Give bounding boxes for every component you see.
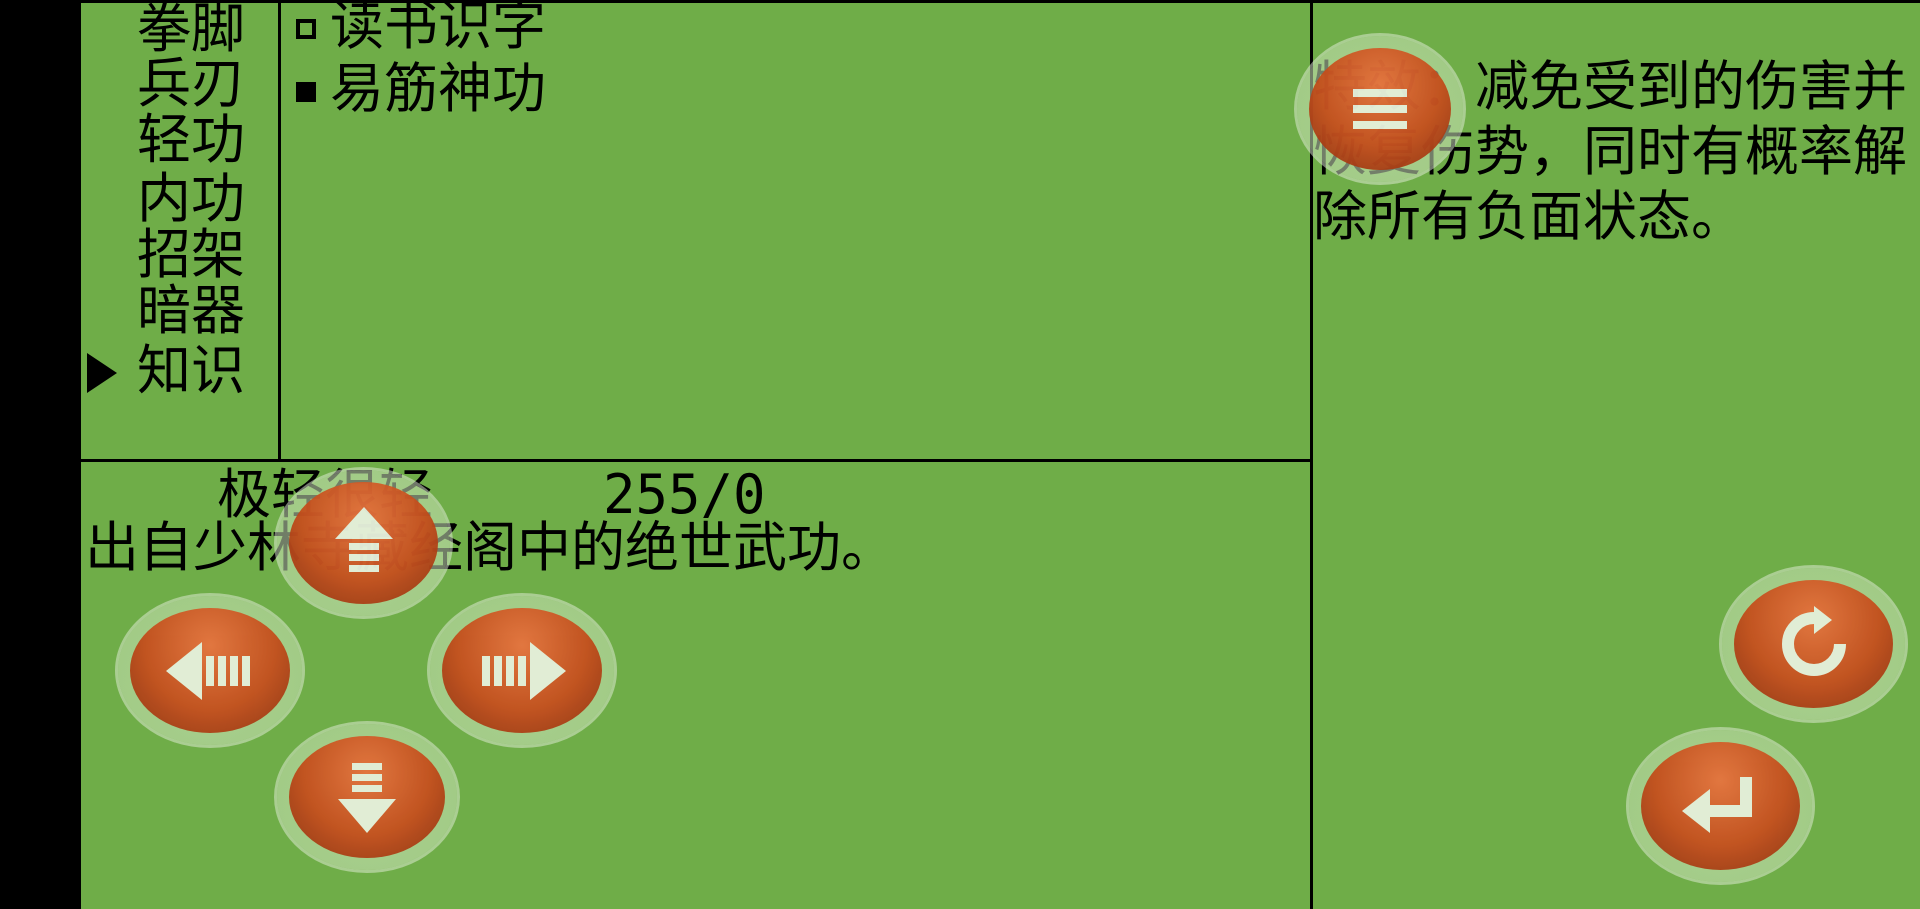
enter-icon: [1641, 742, 1800, 870]
skill-label: 易筋神功: [330, 57, 546, 120]
skill-origin: 出自少林寺藏经阁中的绝世武功。: [85, 516, 895, 579]
selection-cursor-icon: [87, 353, 117, 393]
category-item-zhishi[interactable]: 知识: [137, 342, 277, 400]
arrow-right-icon: [442, 608, 602, 733]
menu-button[interactable]: [1297, 36, 1463, 182]
dpad-left-button[interactable]: [118, 596, 302, 745]
category-item-zhaojia[interactable]: 招架: [137, 226, 277, 284]
dpad-up-button[interactable]: [277, 470, 450, 616]
checked-box-icon: [296, 82, 316, 103]
skill-item[interactable]: 读书识字: [296, 0, 546, 56]
category-item-bingren[interactable]: 兵刃: [137, 55, 277, 113]
divider-left-vertical: [278, 0, 281, 461]
skill-item[interactable]: 易筋神功: [296, 59, 546, 119]
enter-button[interactable]: [1629, 730, 1812, 882]
category-item-qinggong[interactable]: 轻功: [137, 111, 277, 169]
unchecked-box-icon: [296, 19, 316, 40]
category-item-anqi[interactable]: 暗器: [137, 282, 277, 340]
arrow-left-icon: [130, 608, 290, 733]
category-item-neigong[interactable]: 内功: [137, 170, 277, 228]
skill-label: 读书识字: [330, 0, 546, 57]
category-item-quanjiao[interactable]: 拳脚: [137, 0, 277, 58]
menu-icon: [1309, 48, 1451, 170]
refresh-button[interactable]: [1722, 568, 1905, 720]
refresh-icon: [1734, 580, 1893, 708]
arrow-down-icon: [289, 736, 445, 858]
arrow-up-icon: [289, 482, 438, 604]
dpad-right-button[interactable]: [430, 596, 614, 745]
dpad-down-button[interactable]: [277, 724, 457, 870]
category-list: 拳脚 兵刃 轻功 内功 招架 暗器 知识: [81, 0, 278, 461]
